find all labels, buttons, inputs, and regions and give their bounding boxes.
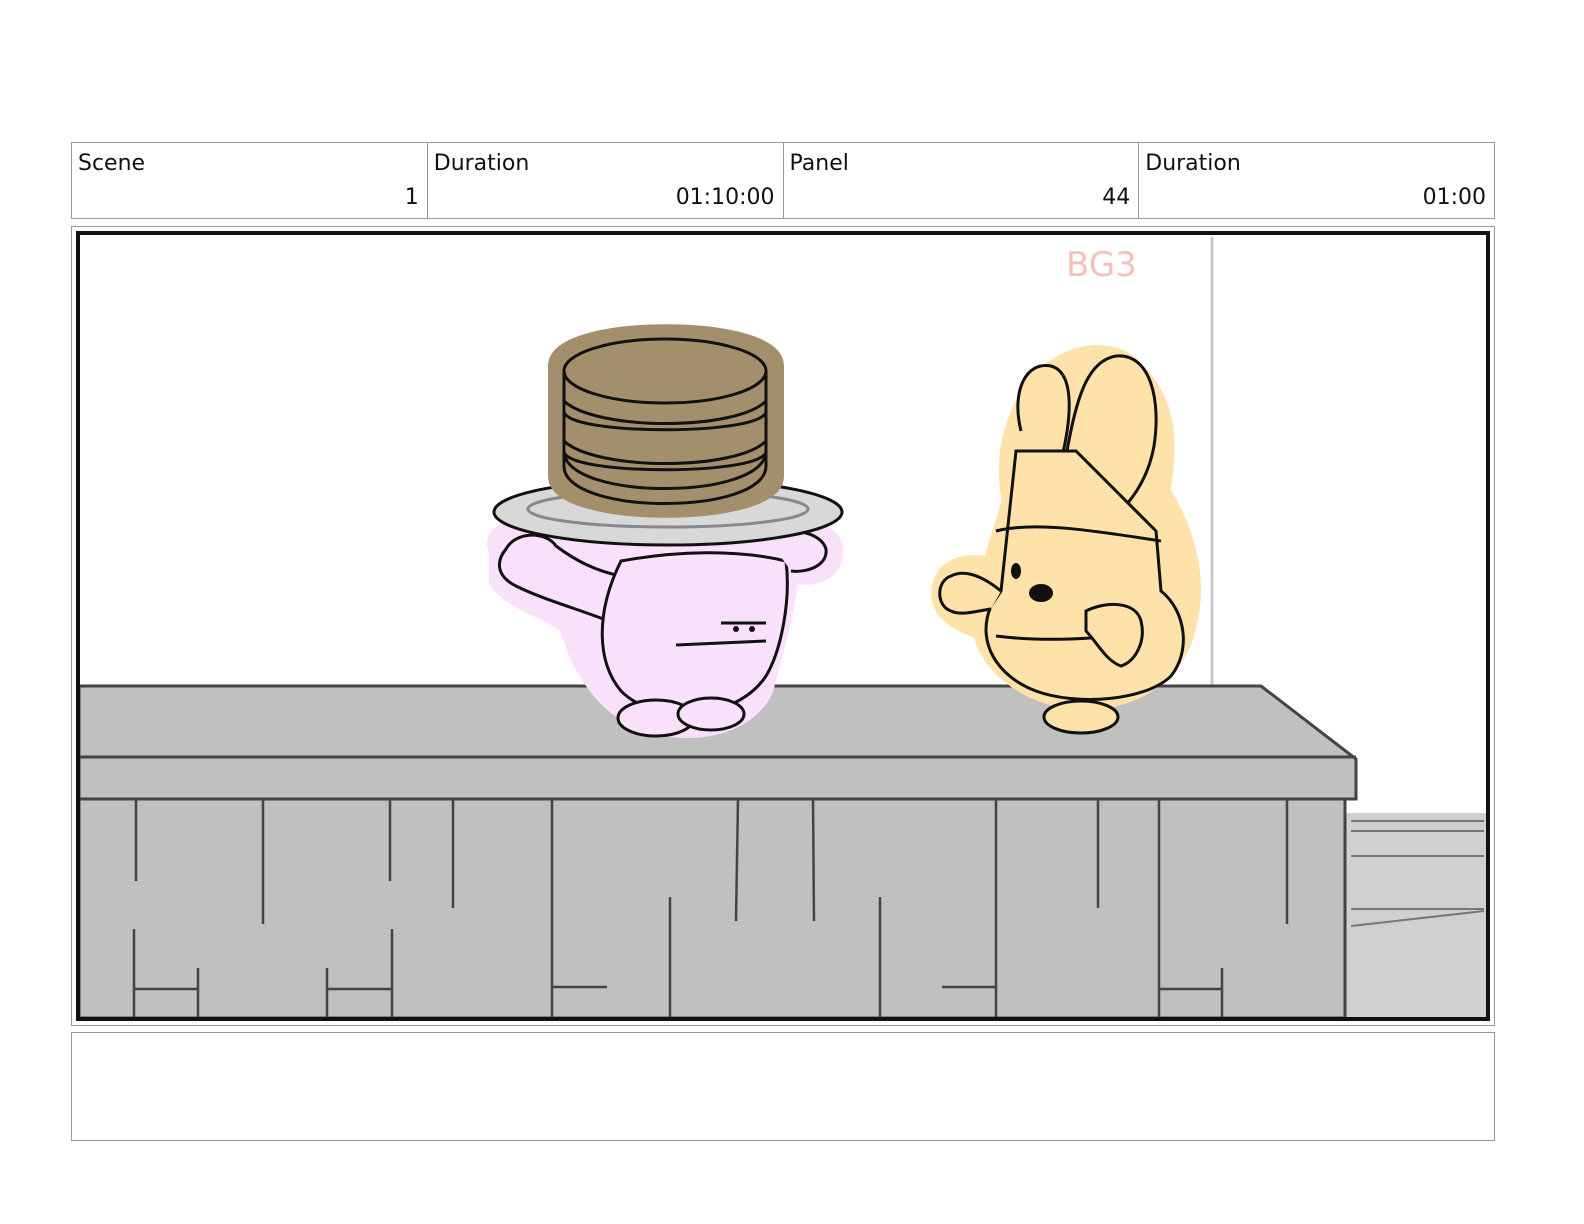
scene-duration-value: 01:10:00 <box>675 185 775 210</box>
panel-duration-value: 01:00 <box>1422 185 1486 210</box>
scene-duration-cell: Duration 01:10:00 <box>428 143 784 218</box>
counter-front <box>77 797 1347 1020</box>
scene-duration-label: Duration <box>433 151 530 176</box>
bg-annotation: BG3 <box>1066 245 1137 285</box>
scene-label: Scene <box>78 151 146 176</box>
panel-frame: BG3 <box>71 226 1495 1026</box>
scene-value: 1 <box>404 185 419 210</box>
panel-duration-cell: Duration 01:00 <box>1139 143 1494 218</box>
panel-label: Panel <box>789 151 849 176</box>
panel-cell: Panel 44 <box>784 143 1140 218</box>
side-cabinet <box>1346 813 1487 1018</box>
pancake-stack <box>548 324 784 518</box>
panel-drawing: BG3 <box>76 231 1490 1021</box>
scene-cell: Scene 1 <box>72 143 428 218</box>
notes-box <box>71 1032 1495 1141</box>
panel-duration-label: Duration <box>1145 151 1241 176</box>
storyboard-header: Scene 1 Duration 01:10:00 Panel 44 Durat… <box>71 142 1495 219</box>
panel-value: 44 <box>1102 185 1131 210</box>
